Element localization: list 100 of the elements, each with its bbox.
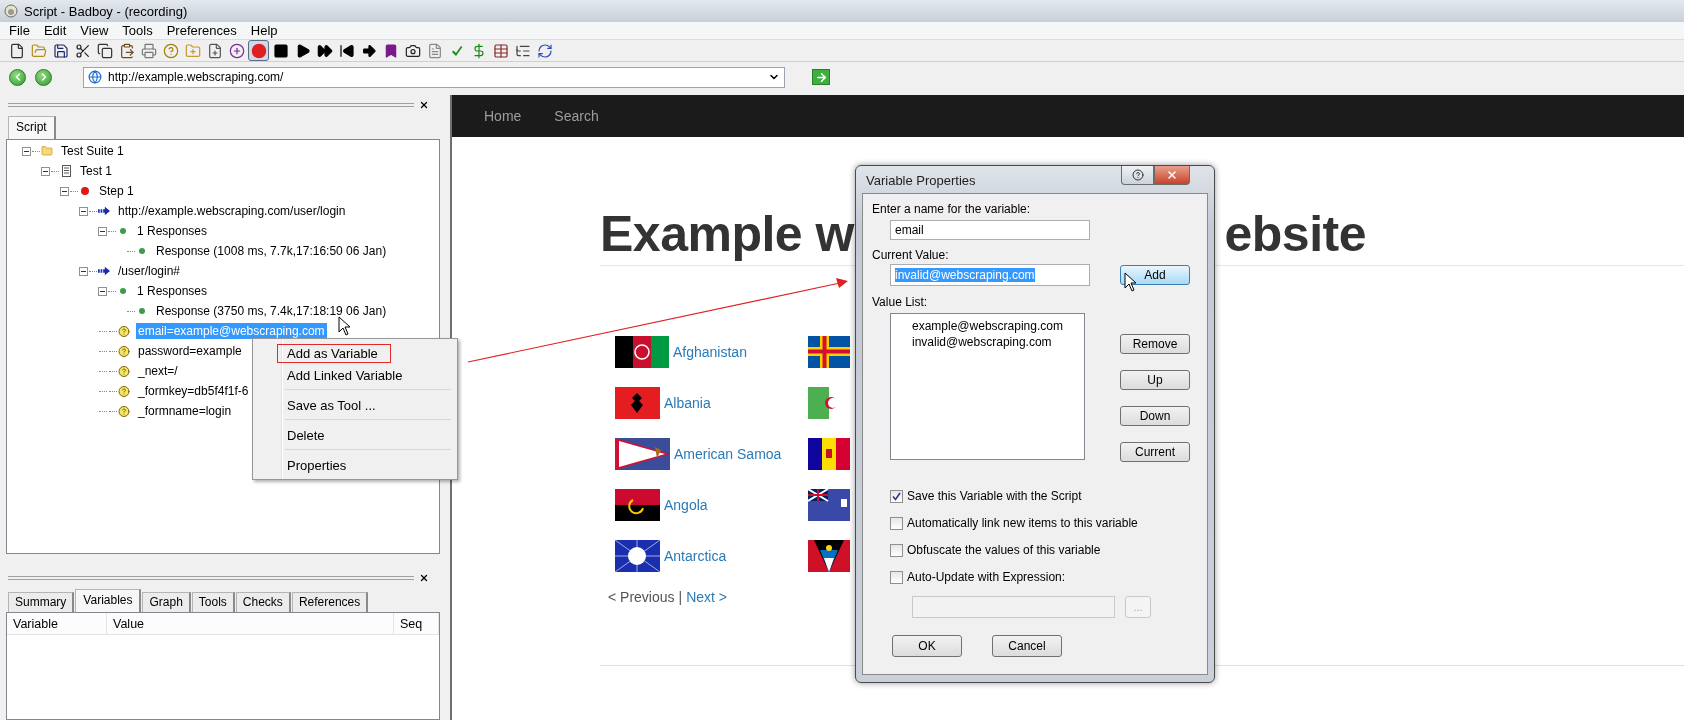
- help-icon: [118, 344, 130, 358]
- list-button[interactable]: Remove: [1120, 334, 1190, 354]
- country-link[interactable]: Albania: [664, 394, 711, 411]
- menu-item[interactable]: File: [2, 23, 37, 38]
- forward-button[interactable]: [35, 68, 52, 86]
- tree-item[interactable]: _formname=login: [136, 403, 234, 419]
- menu-item[interactable]: Edit: [36, 23, 74, 38]
- tree-item[interactable]: Step 1: [97, 183, 136, 199]
- go-button[interactable]: [812, 69, 830, 85]
- file-plus-icon: [206, 42, 223, 59]
- arrow-icon: [98, 266, 110, 276]
- cursor-icon: [338, 316, 351, 336]
- folder-plus-icon: [184, 42, 201, 59]
- country-link[interactable]: American Samoa: [674, 445, 782, 462]
- list-button[interactable]: Current: [1120, 442, 1190, 462]
- menu-item[interactable]: Tools: [115, 23, 160, 38]
- refresh-icon: [536, 42, 553, 59]
- tree-item[interactable]: Test 1: [78, 163, 114, 179]
- tree-item[interactable]: Test Suite 1: [59, 143, 126, 159]
- close-icon: [419, 100, 429, 110]
- field-label: Value List:: [872, 295, 929, 309]
- tree-item[interactable]: password=example: [136, 343, 244, 359]
- checkbox[interactable]: [890, 570, 903, 584]
- column-header[interactable]: Value: [107, 613, 394, 634]
- help-icon: [118, 324, 130, 338]
- checkbox[interactable]: [890, 543, 903, 557]
- expander-icon[interactable]: [98, 226, 107, 236]
- column-header[interactable]: Seq: [394, 613, 439, 634]
- expander-icon[interactable]: [98, 286, 107, 296]
- tab[interactable]: Summary: [8, 592, 75, 612]
- flag-icon: [808, 539, 850, 572]
- tree-item[interactable]: 1 Responses: [135, 223, 210, 239]
- menu-item[interactable]: View: [73, 23, 116, 38]
- tree-item[interactable]: /user/login#: [116, 263, 183, 279]
- menu-item[interactable]: Delete: [277, 425, 338, 445]
- address-field[interactable]: http://example.webscraping.com/: [83, 66, 785, 88]
- ok-button[interactable]: OK: [892, 635, 962, 657]
- menu-item[interactable]: Preferences: [159, 23, 244, 38]
- list-item[interactable]: example@webscraping.com: [912, 319, 1084, 333]
- expander-icon[interactable]: [79, 266, 88, 276]
- checkbox[interactable]: [890, 489, 903, 503]
- dot-icon: [120, 228, 126, 234]
- tree-item[interactable]: _formkey=db5f4f1f-6: [136, 383, 251, 399]
- page-heading: ebsite: [1224, 205, 1366, 263]
- record-button[interactable]: [248, 40, 269, 61]
- tree-item[interactable]: Response (3750 ms, 7.4k,17:18:19 06 Jan): [154, 303, 389, 319]
- tree-item[interactable]: http://example.webscraping.com/user/login: [116, 203, 348, 219]
- expression-field[interactable]: [912, 596, 1115, 618]
- tab[interactable]: Variables: [75, 589, 142, 612]
- help-button[interactable]: [1121, 166, 1154, 185]
- folder-icon: [41, 144, 53, 158]
- list-button[interactable]: Up: [1120, 370, 1190, 390]
- copy-icon: [96, 42, 113, 59]
- tab[interactable]: References: [291, 592, 369, 612]
- list-button[interactable]: Down: [1120, 406, 1190, 426]
- nav-link[interactable]: Search: [554, 108, 599, 124]
- expander-icon[interactable]: [41, 166, 50, 176]
- country-link[interactable]: Angola: [664, 496, 708, 513]
- dot-icon: [120, 288, 126, 294]
- name-field[interactable]: email: [890, 220, 1090, 240]
- menu-item[interactable]: Add Linked Variable: [277, 365, 416, 385]
- next-link[interactable]: Next >: [686, 589, 728, 605]
- clipboard-icon: [118, 42, 135, 59]
- tab[interactable]: Checks: [235, 592, 291, 612]
- dot-icon: [139, 308, 145, 314]
- printer-icon: [140, 42, 157, 59]
- checkbox-label: Save this Variable with the Script: [907, 489, 1082, 503]
- plus-circle-icon: [228, 42, 245, 59]
- nav-link[interactable]: Home: [484, 108, 522, 124]
- previous-link[interactable]: < Previous: [608, 589, 675, 605]
- tab[interactable]: Tools: [191, 592, 235, 612]
- tree-item[interactable]: 1 Responses: [135, 283, 210, 299]
- menu-item[interactable]: Help: [243, 23, 285, 38]
- tree-item[interactable]: Response (1008 ms, 7.7k,17:16:50 06 Jan): [154, 243, 389, 259]
- cancel-button[interactable]: Cancel: [992, 635, 1062, 657]
- close-button[interactable]: [418, 99, 430, 111]
- expander-icon[interactable]: [60, 186, 69, 196]
- expander-icon[interactable]: [79, 206, 88, 216]
- menu-item[interactable]: Properties: [277, 455, 360, 475]
- help-icon: [118, 384, 130, 398]
- list-item[interactable]: invalid@webscraping.com: [912, 335, 1084, 349]
- globe-icon: [88, 70, 102, 84]
- folder-icon: [30, 42, 47, 59]
- country-link[interactable]: Antarctica: [664, 547, 727, 564]
- close-button[interactable]: [418, 572, 430, 584]
- expander-icon[interactable]: [22, 146, 31, 156]
- tab[interactable]: Graph: [142, 592, 191, 612]
- pager-separator: |: [678, 589, 683, 605]
- add-button[interactable]: Add: [1120, 265, 1190, 285]
- arrow-icon: [360, 42, 377, 59]
- menu-item[interactable]: Add as Variable: [277, 343, 391, 363]
- checkbox[interactable]: [890, 516, 903, 530]
- column-header[interactable]: Variable: [7, 613, 107, 634]
- flag-icon: [615, 488, 660, 521]
- menu-item[interactable]: Save as Tool ...: [277, 395, 389, 415]
- back-button[interactable]: [9, 68, 26, 86]
- tree-item[interactable]: _next=/: [136, 363, 180, 379]
- tab[interactable]: Script: [8, 116, 56, 139]
- country-link[interactable]: Afghanistan: [673, 343, 747, 360]
- dot-icon: [139, 248, 145, 254]
